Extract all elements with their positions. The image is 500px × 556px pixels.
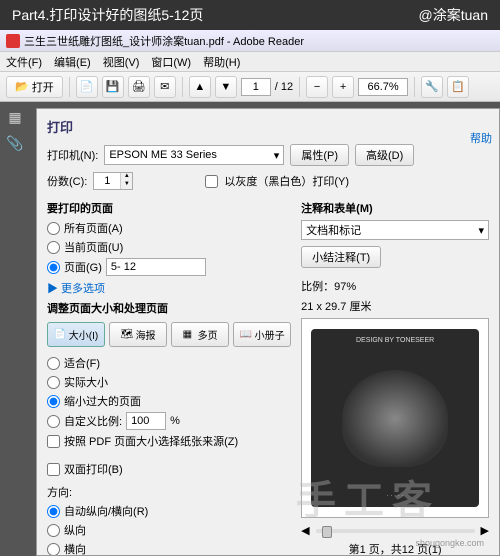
- zoom-in-icon[interactable]: +: [332, 76, 354, 98]
- banner-title: Part4.打印设计好的图纸5-12页: [12, 5, 203, 25]
- tab-multiple[interactable]: ▦多页: [171, 322, 229, 347]
- poster-icon: 🗺: [121, 329, 133, 341]
- menu-file[interactable]: 文件(F): [6, 54, 42, 70]
- size-header: 调整页面大小和处理页面: [47, 300, 291, 316]
- print-dialog: 打印 打印机(N): EPSON ME 33 Series▾ 属性(P) 高级(…: [36, 108, 500, 556]
- tab-poster[interactable]: 🗺海报: [109, 322, 167, 347]
- fit-radio[interactable]: [47, 357, 60, 370]
- current-page-radio[interactable]: [47, 241, 60, 254]
- custom-scale-radio[interactable]: [47, 415, 60, 428]
- banner-author: @涂案tuan: [419, 5, 488, 25]
- next-page-icon[interactable]: ▶: [481, 524, 489, 537]
- custom-scale-input[interactable]: [126, 412, 166, 430]
- page-up-icon[interactable]: ▲: [189, 76, 211, 98]
- actual-radio[interactable]: [47, 376, 60, 389]
- open-button[interactable]: 📂 打开: [6, 76, 63, 98]
- tutorial-banner: Part4.打印设计好的图纸5-12页 @涂案tuan: [0, 0, 500, 30]
- summarize-button[interactable]: 小结注释(T): [301, 246, 381, 268]
- shrink-radio[interactable]: [47, 395, 60, 408]
- copies-spinner[interactable]: ▲▼: [93, 172, 133, 190]
- tool2-icon[interactable]: 📋: [447, 76, 469, 98]
- comments-header: 注释和表单(M): [301, 200, 489, 216]
- pdf-icon: [6, 34, 20, 48]
- tool1-icon[interactable]: 🔧: [421, 76, 443, 98]
- copies-label: 份数(C):: [47, 173, 87, 189]
- orientation-label: 方向:: [47, 484, 291, 500]
- grayscale-label: 以灰度（黑白色）打印(Y): [224, 173, 349, 189]
- page-slider[interactable]: [316, 529, 475, 533]
- duplex-checkbox[interactable]: [47, 463, 60, 476]
- thumbnails-icon[interactable]: ▦: [6, 108, 24, 126]
- sidebar: ▦ 📎: [0, 102, 30, 556]
- attachment-icon[interactable]: 📎: [6, 134, 24, 152]
- more-options-link[interactable]: ▶ 更多选项: [47, 280, 291, 296]
- menu-edit[interactable]: 编辑(E): [54, 54, 91, 70]
- window-title: 三生三世纸雕灯图纸_设计师涂案tuan.pdf - Adobe Reader: [24, 33, 304, 49]
- menu-help[interactable]: 帮助(H): [203, 54, 240, 70]
- booklet-icon: 📖: [240, 329, 252, 341]
- chevron-down-icon: ▾: [478, 224, 484, 237]
- print-preview: DESIGN BY TONESEER · · · · ·: [301, 318, 489, 518]
- multiple-icon: ▦: [183, 329, 195, 341]
- mail-icon[interactable]: ✉: [154, 76, 176, 98]
- landscape-radio[interactable]: [47, 543, 60, 556]
- printer-dropdown[interactable]: EPSON ME 33 Series▾: [104, 145, 284, 165]
- all-pages-radio[interactable]: [47, 222, 60, 235]
- help-link[interactable]: 帮助: [470, 130, 492, 146]
- menu-view[interactable]: 视图(V): [103, 54, 140, 70]
- paper-size: 21 x 29.7 厘米: [301, 298, 489, 314]
- create-pdf-icon[interactable]: 📄: [76, 76, 98, 98]
- pages-radio[interactable]: [47, 261, 60, 274]
- preview-artwork: [342, 370, 448, 467]
- pdf-size-checkbox[interactable]: [47, 435, 60, 448]
- tab-size[interactable]: 📄大小(I): [47, 322, 105, 347]
- watermark-site: shougongke.com: [415, 538, 484, 548]
- page-down-icon[interactable]: ▼: [215, 76, 237, 98]
- comments-dropdown[interactable]: 文档和标记▾: [301, 220, 489, 240]
- menu-window[interactable]: 窗口(W): [151, 54, 191, 70]
- pages-input[interactable]: [106, 258, 206, 276]
- zoom-input[interactable]: [358, 78, 408, 96]
- prev-page-icon[interactable]: ◀: [301, 524, 309, 537]
- properties-button[interactable]: 属性(P): [290, 144, 349, 166]
- menu-bar: 文件(F) 编辑(E) 视图(V) 窗口(W) 帮助(H): [0, 52, 500, 72]
- page-total: / 12: [275, 81, 293, 93]
- dialog-title: 打印: [47, 117, 489, 136]
- toolbar: 📂 打开 📄 💾 🖨 ✉ ▲ ▼ / 12 − + 🔧 📋: [0, 72, 500, 102]
- chevron-down-icon: ▾: [274, 149, 280, 162]
- zoom-out-icon[interactable]: −: [306, 76, 328, 98]
- range-header: 要打印的页面: [47, 200, 291, 216]
- save-icon[interactable]: 💾: [102, 76, 124, 98]
- tab-booklet[interactable]: 📖小册子: [233, 322, 291, 347]
- window-titlebar: 三生三世纸雕灯图纸_设计师涂案tuan.pdf - Adobe Reader: [0, 30, 500, 52]
- scale-label: 比例：97%: [301, 278, 489, 294]
- printer-label: 打印机(N):: [47, 147, 98, 163]
- print-icon[interactable]: 🖨: [128, 76, 150, 98]
- grayscale-checkbox[interactable]: [205, 175, 218, 188]
- size-icon: 📄: [54, 329, 66, 341]
- advanced-button[interactable]: 高级(D): [355, 144, 414, 166]
- page-number-input[interactable]: [241, 78, 271, 96]
- portrait-radio[interactable]: [47, 524, 60, 537]
- auto-orient-radio[interactable]: [47, 505, 60, 518]
